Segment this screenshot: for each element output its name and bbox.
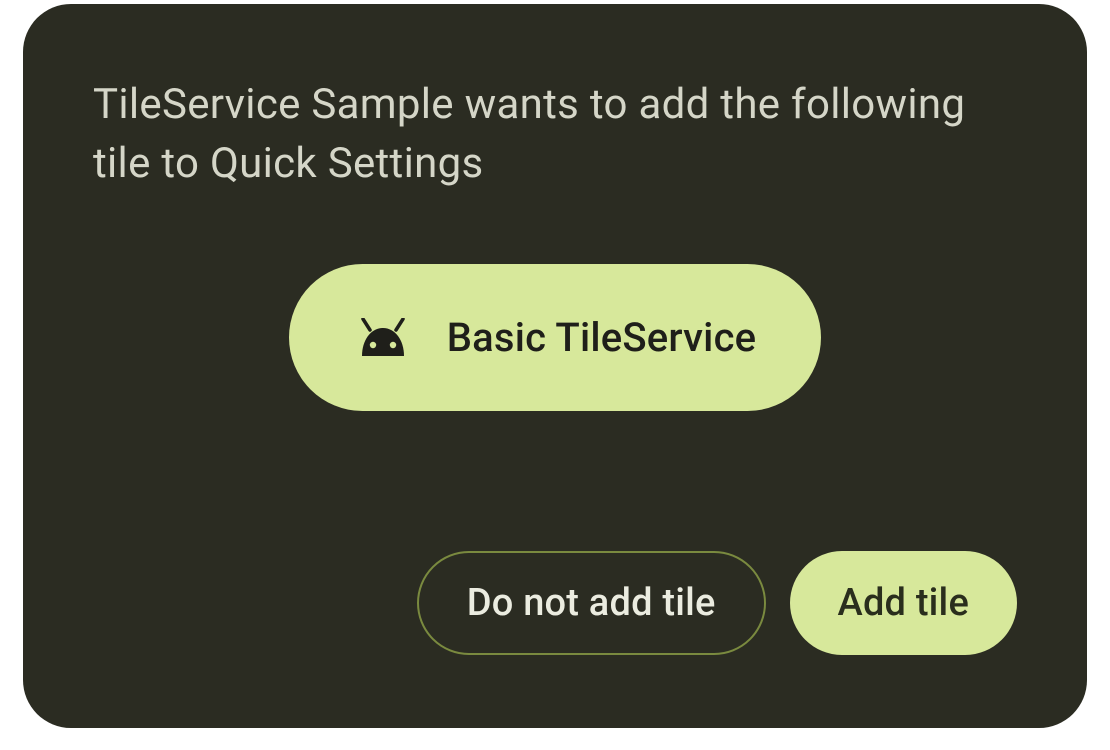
add-tile-dialog: TileService Sample wants to add the foll…	[23, 4, 1087, 728]
accept-button[interactable]: Add tile	[790, 551, 1017, 655]
tile-label: Basic TileService	[447, 314, 757, 361]
decline-button[interactable]: Do not add tile	[417, 551, 766, 655]
tile-preview-container: Basic TileService	[93, 264, 1017, 411]
android-icon	[354, 318, 412, 356]
tile-chip: Basic TileService	[289, 264, 822, 411]
dialog-button-row: Do not add tile Add tile	[93, 551, 1017, 655]
dialog-title: TileService Sample wants to add the foll…	[93, 76, 1017, 194]
